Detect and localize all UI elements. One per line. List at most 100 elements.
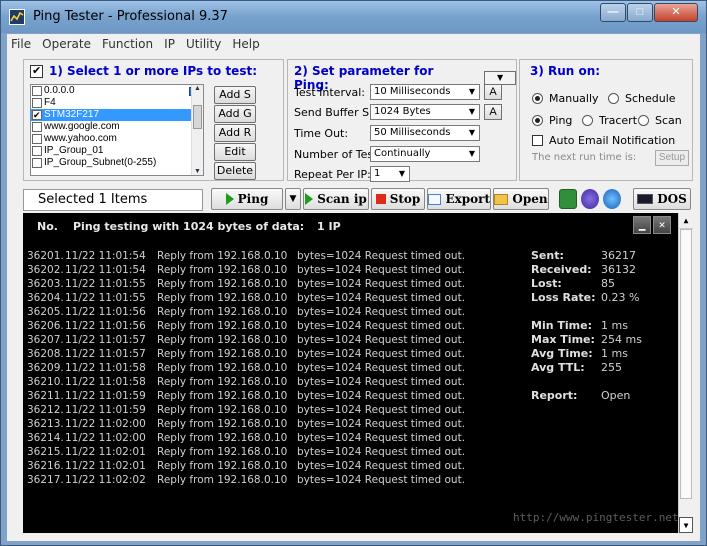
console-scrollbar[interactable]: ▲ ▼ [678,213,693,533]
log-reply: Reply from 192.168.0.10 [157,320,288,332]
scan-ip-button[interactable]: Scan ip [303,188,369,210]
test-interval-select[interactable]: 10 Milliseconds ▼ [370,84,480,100]
log-reply: Reply from 192.168.0.10 [157,362,288,374]
menu-help[interactable]: Help [228,34,263,51]
settings-icon[interactable] [559,189,577,209]
ip-list-item[interactable]: 0.0.0.0 [31,85,203,97]
chevron-down-icon[interactable]: ▼ [465,105,479,119]
log-reply: Reply from 192.168.0.10 [157,292,288,304]
repeat-select[interactable]: 1 ▼ [370,166,410,182]
buffer-a-button[interactable]: A [484,104,502,120]
scroll-down-icon[interactable]: ▼ [679,517,693,533]
num-tests-label: Number of Test: [294,148,382,161]
dos-button[interactable]: DOS [633,188,691,210]
tracert-option[interactable]: Tracert [582,114,637,127]
ip-list-scrollbar[interactable]: ▲ ▼ [191,85,203,175]
open-button[interactable]: Open [493,188,549,210]
ip-list-item[interactable]: F4 [31,97,203,109]
scan-option[interactable]: Scan [638,114,682,127]
report-open-link[interactable]: Open [601,389,630,403]
menu-utility[interactable]: Utility [182,34,225,51]
delete-button[interactable]: Delete [214,162,256,180]
schedule-option[interactable]: Schedule [608,92,676,105]
ip-item-checkbox[interactable] [32,146,42,156]
log-reply: Reply from 192.168.0.10 [157,264,288,276]
maximize-button[interactable]: □ [627,3,653,22]
add-s-button[interactable]: Add S [214,86,256,104]
title-bar[interactable]: Ping Tester - Professional 9.37 — □ ✕ [1,1,706,33]
scroll-down-icon[interactable]: ▼ [192,168,203,175]
add-r-button[interactable]: Add R [214,124,256,142]
export-button-label: Export [445,192,490,206]
ip-item-checkbox[interactable] [32,109,42,121]
ip-list-item[interactable]: www.google.com [31,121,203,133]
log-result: bytes=1024 Request timed out. [297,278,466,290]
add-g-button[interactable]: Add G [214,105,256,123]
chevron-down-icon[interactable]: ▼ [395,167,409,181]
chevron-down-icon[interactable]: ▼ [465,85,479,99]
interval-a-button[interactable]: A [484,84,502,100]
tracert-radio[interactable] [582,115,593,126]
log-no: 36205. [27,306,64,318]
chevron-down-icon[interactable]: ▼ [465,147,479,161]
log-reply: Reply from 192.168.0.10 [157,376,288,388]
ip-list-item[interactable]: IP_Group_Subnet(0-255) [31,157,203,169]
close-button[interactable]: ✕ [654,3,698,22]
console-minimize-button[interactable]: ▁ [633,216,651,234]
setup-button[interactable]: Setup [655,150,689,166]
log-row: 36216. 11/22 11:02:01 Reply from 192.168.0… [27,459,497,473]
scroll-up-icon[interactable]: ▲ [192,85,203,92]
ping-button[interactable]: Ping [211,188,283,210]
menu-function[interactable]: Function [98,34,157,51]
auto-email-option[interactable]: Auto Email Notification [532,134,675,147]
stat-value: 85 [601,277,615,290]
buffer-size-select[interactable]: 1024 Bytes ▼ [370,104,480,120]
ip-item-label: 0.0.0.0 [44,85,75,96]
ping-console[interactable]: No. Ping testing with 1024 bytes of data… [23,213,693,533]
export-button[interactable]: Export [427,188,491,210]
log-result: bytes=1024 Request timed out. [297,418,466,430]
manually-option[interactable]: Manually [532,92,599,105]
chevron-down-icon[interactable]: ▼ [465,126,479,140]
stat-avg-ttl: Avg TTL: 255 [531,361,671,375]
num-tests-select[interactable]: Continually ▼ [370,146,480,162]
log-reply: Reply from 192.168.0.10 [157,460,288,472]
ip-item-checkbox[interactable] [32,98,42,108]
stop-button[interactable]: Stop [371,188,425,210]
auto-email-checkbox[interactable] [532,135,543,146]
console-close-button[interactable]: ✕ [653,216,671,234]
ip-item-checkbox[interactable] [32,86,42,96]
ip-list-item-selected[interactable]: STM32F217 [31,109,203,121]
log-time: 11/22 11:01:55 [65,292,146,304]
ip-list-item[interactable]: www.yahoo.com [31,133,203,145]
scroll-thumb[interactable] [193,105,202,129]
ping-radio[interactable] [532,115,543,126]
ip-item-checkbox[interactable] [32,122,42,132]
scroll-thumb[interactable] [680,229,692,499]
manually-radio[interactable] [532,93,543,104]
ip-item-checkbox[interactable] [32,158,42,168]
ip-item-label: STM32F217 [44,109,100,120]
ip-list-item[interactable]: IP_Group_01 [31,145,203,157]
window-title: Ping Tester - Professional 9.37 [33,9,228,24]
scroll-up-icon[interactable]: ▲ [679,213,693,229]
menu-file[interactable]: File [7,34,35,51]
minimize-button[interactable]: — [600,3,626,22]
help-icon[interactable] [581,189,599,209]
log-row: 36214. 11/22 11:02:00 Reply from 192.168.0… [27,431,497,445]
ip-list[interactable]: 0.0.0.0 F4 STM32F217 www.google.com [30,84,204,176]
menu-operate[interactable]: Operate [38,34,95,51]
params-dropdown-button[interactable]: ▼ [484,71,516,85]
log-row: 36217. 11/22 11:02:02 Reply from 192.168.0… [27,473,497,487]
ping-option[interactable]: Ping [532,114,572,127]
ping-dropdown-button[interactable]: ▼ [285,188,301,210]
edit-button[interactable]: Edit [214,143,256,161]
menu-ip[interactable]: IP [160,34,179,51]
select-all-checkbox[interactable] [30,64,43,78]
ip-item-checkbox[interactable] [32,134,42,144]
scan-radio[interactable] [638,115,649,126]
schedule-radio[interactable] [608,93,619,104]
browser-icon[interactable] [603,189,621,209]
stat-label: Avg TTL: [531,361,585,374]
time-out-select[interactable]: 50 Milliseconds ▼ [370,125,480,141]
